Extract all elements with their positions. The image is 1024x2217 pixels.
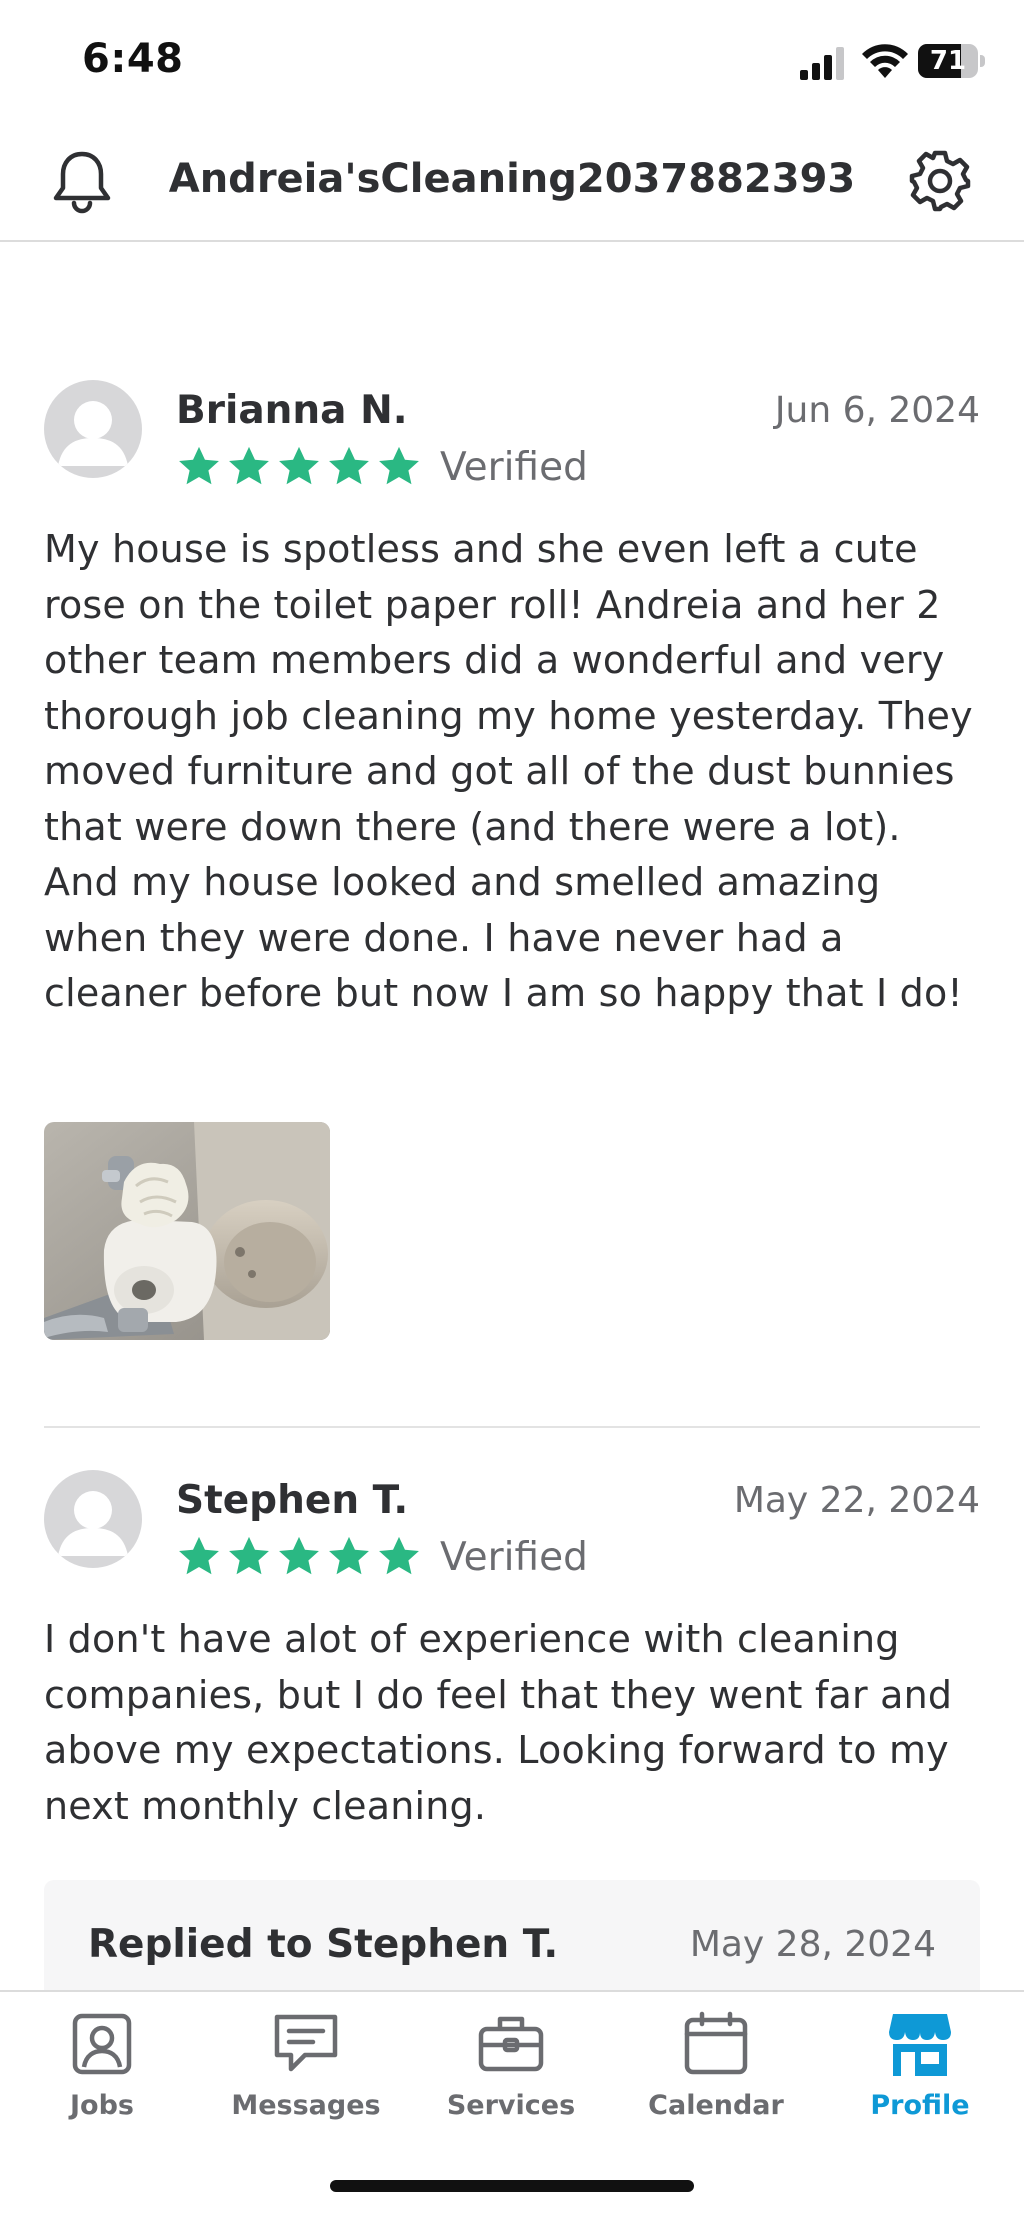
tab-services[interactable]: Services xyxy=(421,2008,601,2128)
tab-profile[interactable]: Profile xyxy=(830,2008,1010,2128)
star-icon xyxy=(279,446,319,485)
tab-label: Messages xyxy=(231,2090,381,2121)
reply-title: Replied to Stephen T. xyxy=(88,1922,559,1967)
avatar xyxy=(44,1470,142,1568)
star-rating xyxy=(176,444,422,490)
wifi-icon xyxy=(862,44,908,78)
star-icon xyxy=(229,446,269,485)
reply-date: May 28, 2024 xyxy=(689,1924,936,1965)
review-text: I don't have alot of experience with cle… xyxy=(44,1617,953,1828)
tab-label: Calendar xyxy=(648,2090,784,2121)
rating-row: Verified xyxy=(176,444,588,490)
review-date: Jun 6, 2024 xyxy=(774,390,980,431)
battery-percentage: 71 xyxy=(929,46,967,76)
verified-label: Verified xyxy=(440,1534,588,1580)
star-icon xyxy=(179,1536,219,1575)
avatar xyxy=(44,380,142,478)
star-icon xyxy=(179,446,219,485)
app-header: Andreia'sCleaning2037882393 xyxy=(0,120,1024,242)
star-icon xyxy=(329,446,369,485)
rating-row: Verified xyxy=(176,1534,588,1580)
review-divider xyxy=(44,1426,980,1428)
status-time: 6:48 xyxy=(82,36,184,82)
review-date: May 22, 2024 xyxy=(733,1480,980,1521)
tab-label: Services xyxy=(446,2090,576,2121)
services-icon xyxy=(475,2008,547,2080)
tab-jobs[interactable]: Jobs xyxy=(12,2008,192,2128)
messages-icon xyxy=(270,2008,342,2080)
profile-icon xyxy=(884,2008,956,2080)
review-text: My house is spotless and she even left a… xyxy=(44,527,973,1015)
battery-icon: 71 xyxy=(918,44,986,78)
star-icon xyxy=(229,1536,269,1575)
tab-label: Jobs xyxy=(70,2090,134,2121)
cellular-signal-icon xyxy=(800,47,844,80)
tab-messages[interactable]: Messages xyxy=(216,2008,396,2128)
reviewer-name: Stephen T. xyxy=(176,1478,409,1523)
star-icon xyxy=(379,1536,419,1575)
bell-icon[interactable] xyxy=(47,146,117,216)
tab-label: Profile xyxy=(870,2090,970,2121)
star-icon xyxy=(379,446,419,485)
tab-calendar[interactable]: Calendar xyxy=(626,2008,806,2128)
calendar-icon xyxy=(680,2008,752,2080)
page-title: Andreia'sCleaning2037882393 xyxy=(168,156,856,202)
status-bar: 6:48 71 xyxy=(0,0,1024,120)
verified-label: Verified xyxy=(440,444,588,490)
star-icon xyxy=(279,1536,319,1575)
home-indicator xyxy=(330,2180,694,2192)
jobs-icon xyxy=(66,2008,138,2080)
star-rating xyxy=(176,1534,422,1580)
star-icon xyxy=(329,1536,369,1575)
gear-icon[interactable] xyxy=(905,146,975,216)
review-photo[interactable] xyxy=(44,1122,330,1340)
reviewer-name: Brianna N. xyxy=(176,388,408,433)
